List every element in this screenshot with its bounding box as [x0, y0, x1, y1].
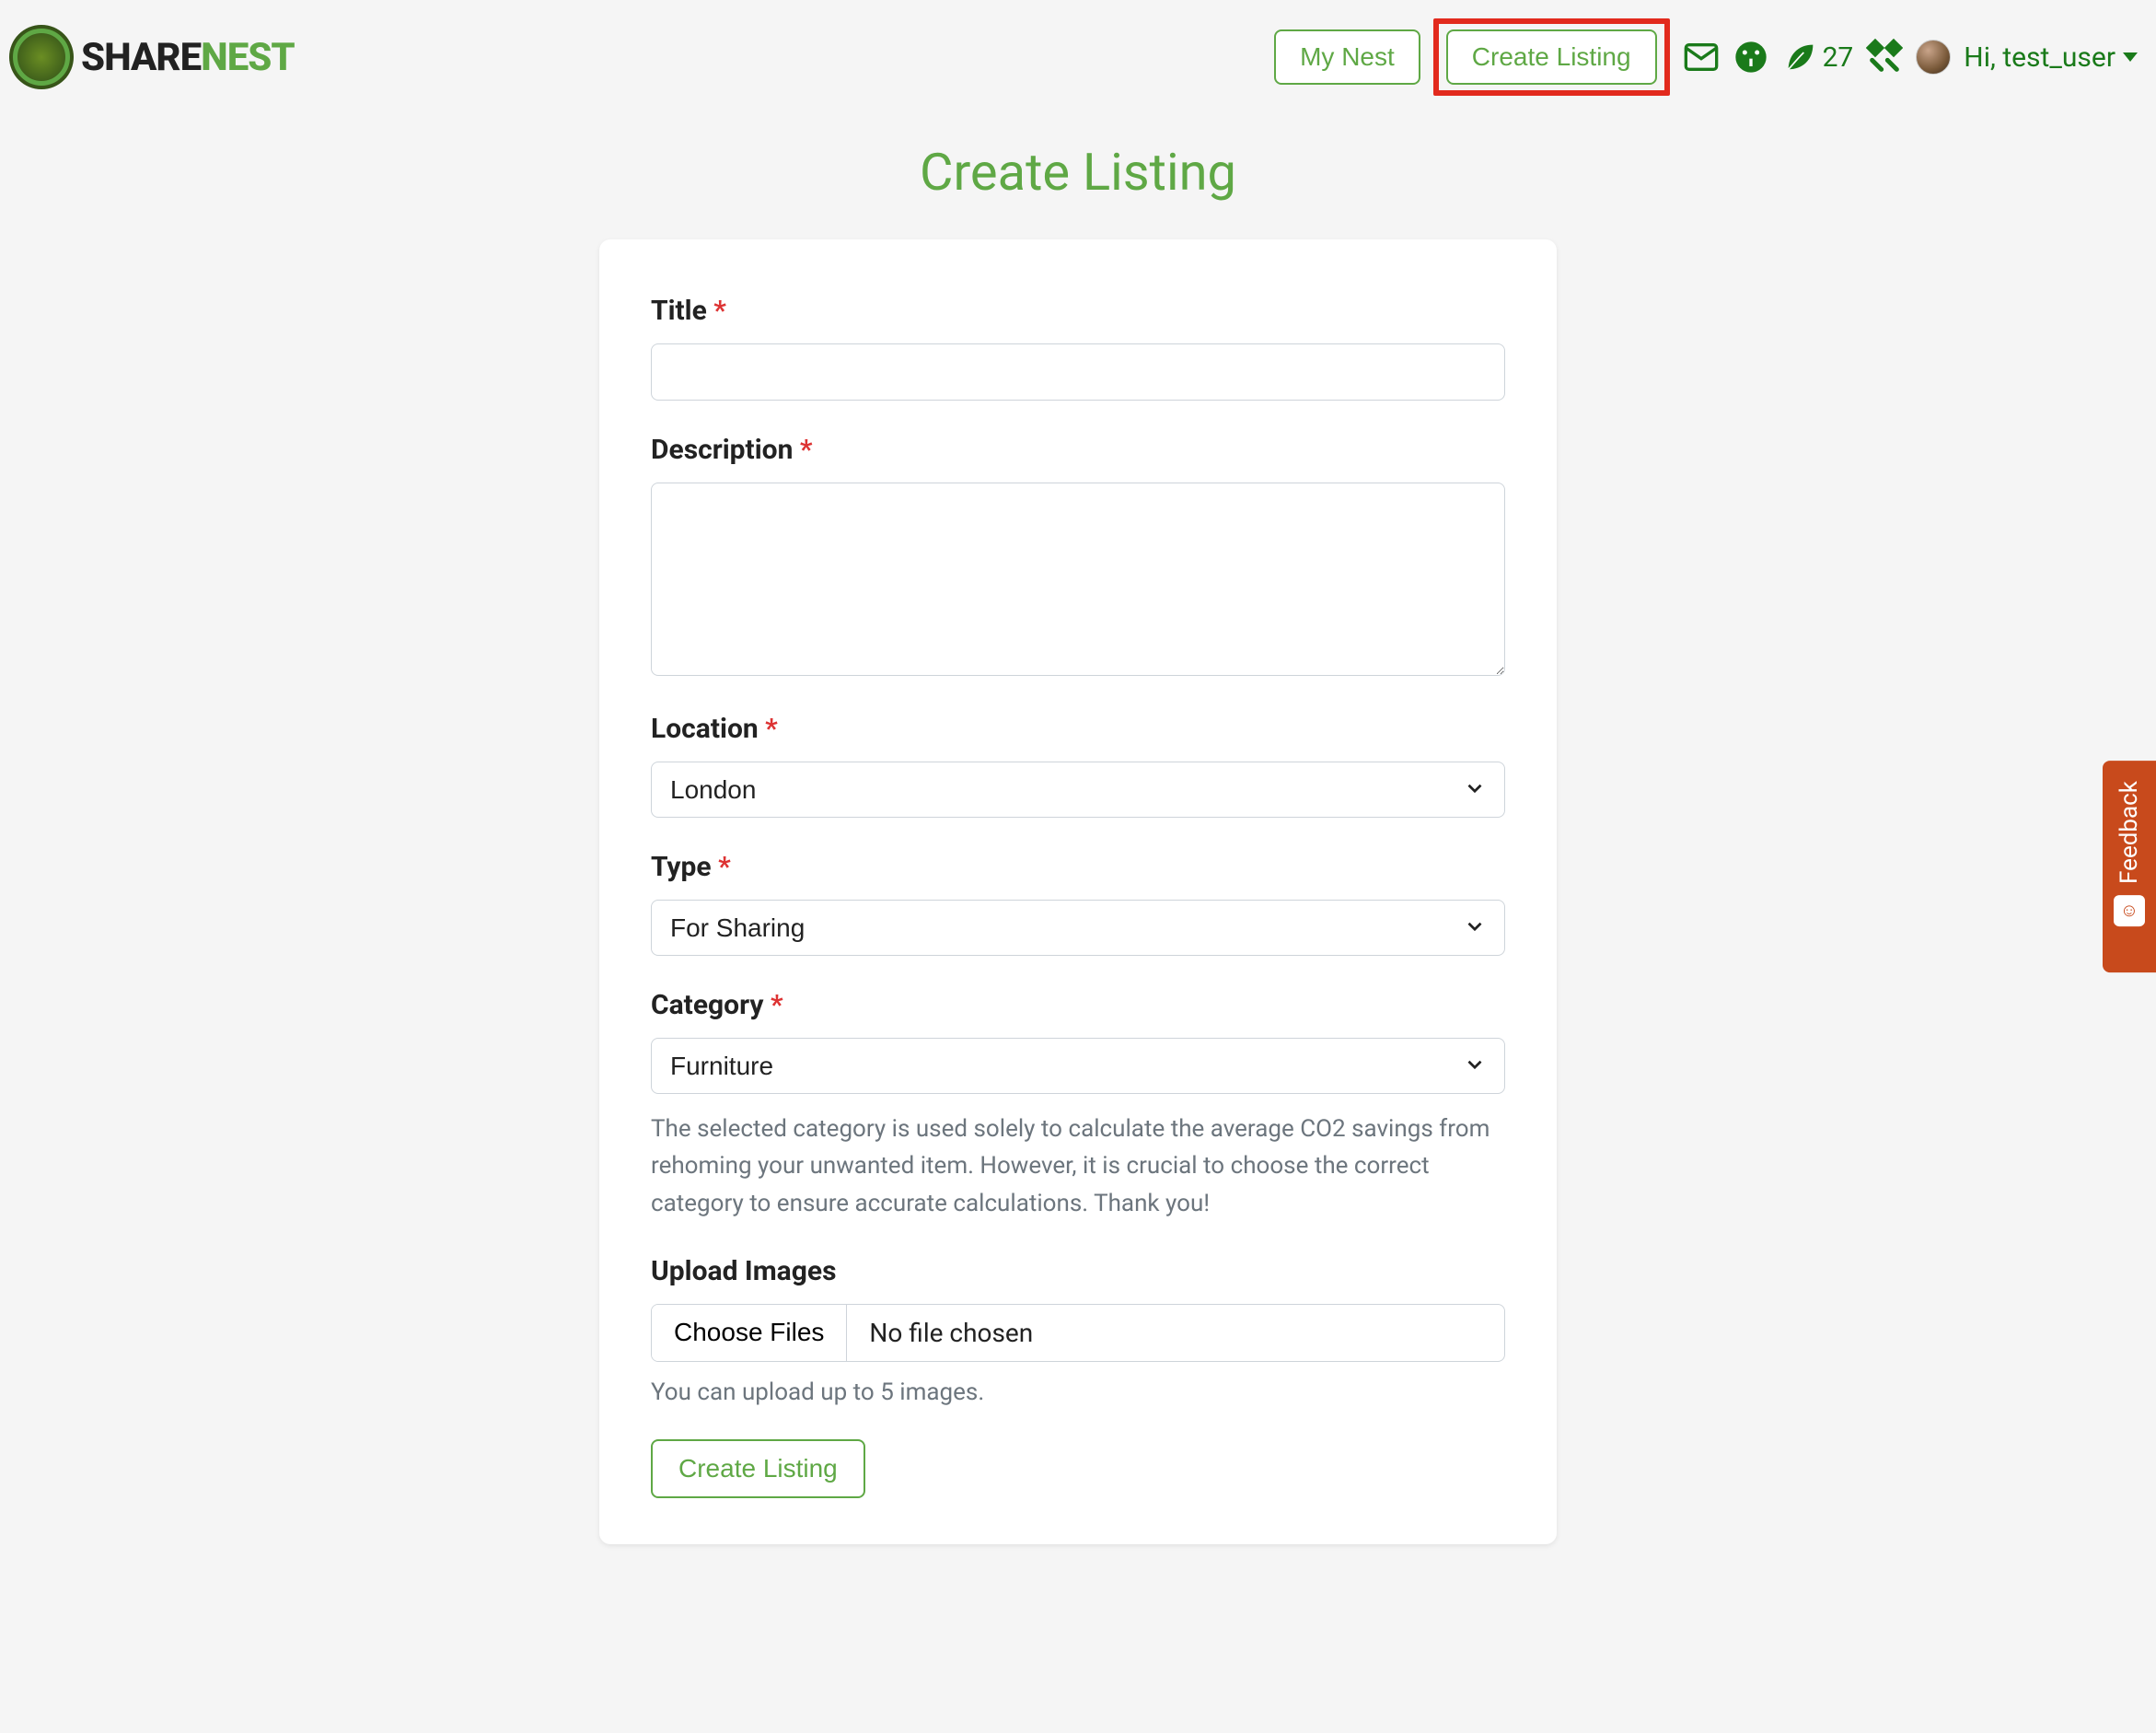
- header: SHARENEST My Nest Create Listing: [0, 0, 2156, 114]
- user-greeting: Hi, test_user: [1964, 41, 2115, 74]
- field-type: Type * For Sharing: [651, 851, 1505, 956]
- location-label: Location *: [651, 713, 1505, 745]
- category-label: Category *: [651, 989, 1505, 1021]
- user-menu[interactable]: Hi, test_user: [1964, 41, 2147, 74]
- feedback-label: Feedback: [2115, 781, 2143, 884]
- feedback-tab[interactable]: Feedback ☺: [2103, 761, 2156, 972]
- file-status: No file chosen: [847, 1305, 1504, 1361]
- field-category: Category * Furniture The selected catego…: [651, 989, 1505, 1222]
- category-select[interactable]: Furniture: [651, 1038, 1505, 1094]
- field-title: Title *: [651, 295, 1505, 401]
- field-upload: Upload Images Choose Files No file chose…: [651, 1255, 1505, 1406]
- required-mark: *: [771, 989, 783, 1021]
- submit-button[interactable]: Create Listing: [651, 1439, 865, 1498]
- leaf-icon[interactable]: 27: [1782, 39, 1854, 76]
- my-nest-button[interactable]: My Nest: [1274, 29, 1420, 85]
- tools-icon[interactable]: [1866, 39, 1903, 76]
- category-help: The selected category is used solely to …: [651, 1111, 1505, 1222]
- description-input[interactable]: [651, 483, 1505, 676]
- description-label: Description *: [651, 434, 1505, 466]
- create-listing-highlight: Create Listing: [1433, 18, 1670, 96]
- title-label: Title *: [651, 295, 1505, 327]
- upload-help: You can upload up to 5 images.: [651, 1378, 1505, 1406]
- field-description: Description *: [651, 434, 1505, 680]
- required-mark: *: [718, 851, 731, 883]
- logo[interactable]: SHARENEST: [9, 25, 295, 89]
- type-select[interactable]: For Sharing: [651, 900, 1505, 956]
- page-title: Create Listing: [0, 142, 2156, 203]
- dashboard-icon[interactable]: [1733, 39, 1769, 76]
- mail-icon[interactable]: [1683, 39, 1720, 76]
- required-mark: *: [713, 295, 726, 327]
- leaf-count: 27: [1823, 41, 1854, 74]
- required-mark: *: [800, 434, 813, 466]
- nav-buttons: My Nest Create Listing 27: [1274, 18, 2147, 96]
- title-input[interactable]: [651, 343, 1505, 401]
- brand-green: NEST: [201, 35, 294, 80]
- choose-files-button[interactable]: Choose Files: [652, 1305, 847, 1361]
- required-mark: *: [765, 713, 778, 745]
- logo-icon: [9, 25, 74, 89]
- field-location: Location * London: [651, 713, 1505, 818]
- logo-text: SHARENEST: [81, 35, 295, 80]
- type-label: Type *: [651, 851, 1505, 883]
- brand-black: SHARE: [81, 35, 201, 80]
- location-select[interactable]: London: [651, 762, 1505, 818]
- file-input-row: Choose Files No file chosen: [651, 1304, 1505, 1362]
- avatar[interactable]: [1916, 40, 1951, 75]
- create-listing-nav-button[interactable]: Create Listing: [1446, 29, 1657, 85]
- caret-down-icon: [2123, 52, 2138, 62]
- feedback-face-icon: ☺: [2114, 895, 2145, 926]
- upload-label: Upload Images: [651, 1255, 1505, 1287]
- form-card: Title * Description * Location * London …: [599, 239, 1557, 1544]
